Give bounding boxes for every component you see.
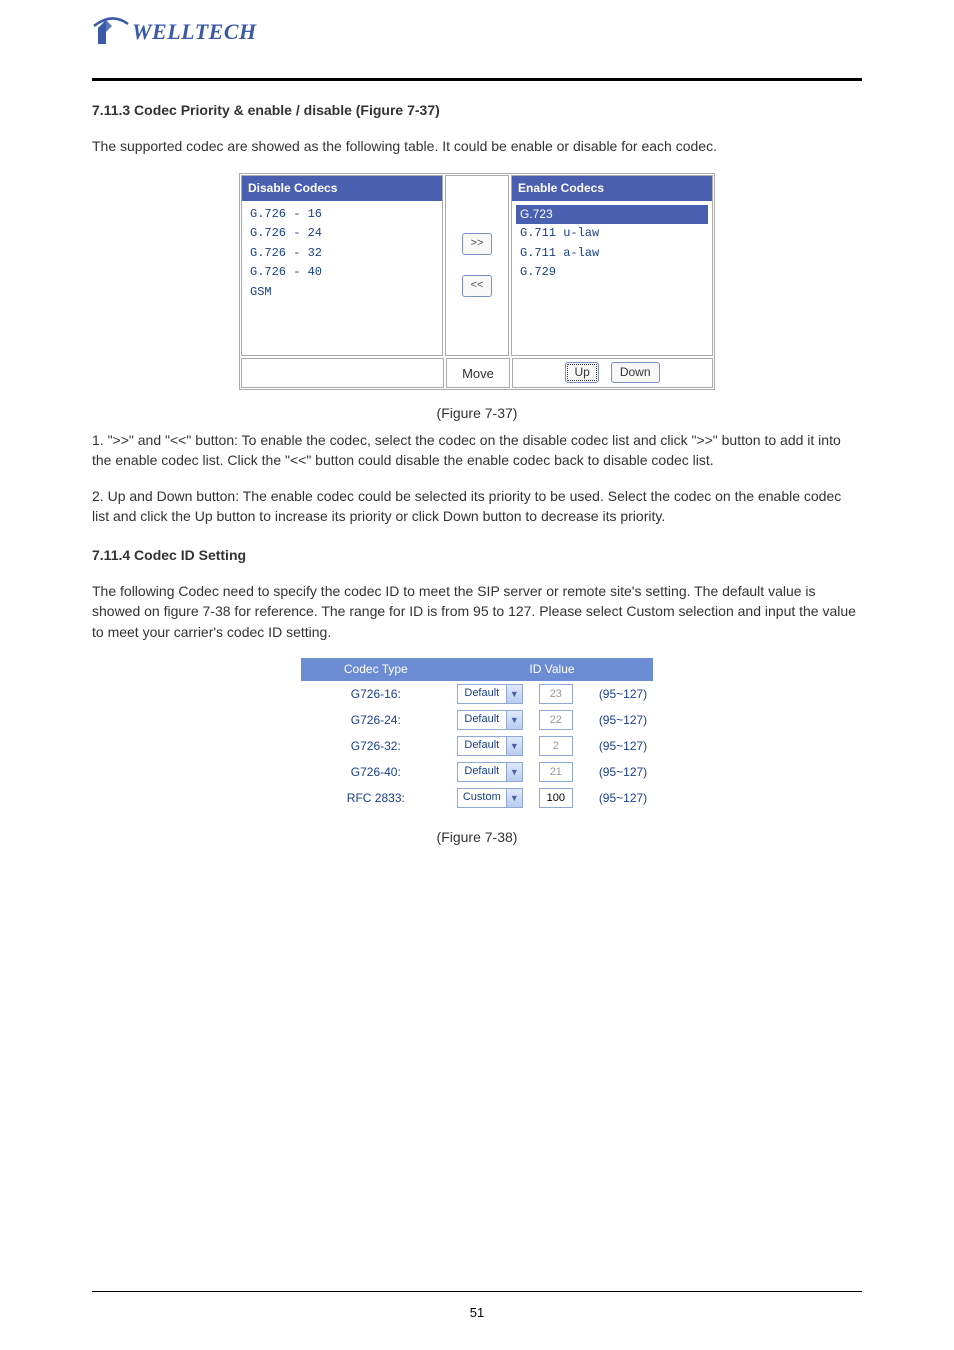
codec-id-cell: 100 — [529, 785, 579, 811]
list-item[interactable]: G.729 — [516, 263, 708, 282]
list-item-2: 2. Up and Down button: The enable codec … — [92, 486, 862, 527]
codec-type-label: G726-16: — [301, 681, 451, 707]
codec-id-range: (95~127) — [579, 759, 653, 785]
figure-7-38: Codec Type ID Value G726-16: Default▼ 23 (9… — [92, 658, 862, 847]
list-item[interactable]: G.726 - 24 — [246, 224, 438, 243]
list-item[interactable]: G.726 - 16 — [246, 205, 438, 224]
header-rule — [92, 78, 862, 81]
codec-id-input: 22 — [539, 710, 573, 730]
list-item[interactable]: G.726 - 40 — [246, 263, 438, 282]
codec-id-range: (95~127) — [579, 785, 653, 811]
codec-mode-select[interactable]: Custom▼ — [457, 788, 523, 808]
codec-id-table: Codec Type ID Value G726-16: Default▼ 23 (9… — [301, 658, 653, 811]
section-7-11-4-body: The following Codec need to specify the … — [92, 581, 862, 642]
move-to-disable-button[interactable]: << — [462, 275, 492, 297]
id-value-header: ID Value — [451, 658, 653, 681]
page-content: 7.11.3 Codec Priority & enable / disable… — [0, 78, 954, 847]
move-buttons-cell: Up Down — [512, 358, 713, 388]
logo-text: WELLTECH — [132, 19, 257, 45]
codec-mode-cell: Default▼ — [451, 707, 529, 733]
figure-7-37: Disable Codecs G.726 - 16G.726 - 24G.726… — [92, 173, 862, 424]
section-title-7-11-3: 7.11.3 Codec Priority & enable / disable… — [92, 100, 862, 120]
list-item-1-number: 1. — [92, 432, 104, 448]
codec-footer-spacer — [241, 358, 444, 388]
codec-id-cell: 21 — [529, 759, 579, 785]
codec-mode-cell: Custom▼ — [451, 785, 529, 811]
codec-dual-list: Disable Codecs G.726 - 16G.726 - 24G.726… — [239, 173, 715, 390]
list-item-2-number: 2. — [92, 488, 104, 504]
codec-mode-cell: Default▼ — [451, 759, 529, 785]
codec-id-input: 2 — [539, 736, 573, 756]
codec-mode-select[interactable]: Default▼ — [457, 710, 523, 730]
codec-id-cell: 23 — [529, 681, 579, 707]
list-item-1-text: ">>" and "<<" button: To enable the code… — [92, 432, 841, 468]
disable-codecs-header: Disable Codecs — [242, 176, 442, 201]
chevron-down-icon: ▼ — [506, 685, 522, 703]
table-row: G726-24: Default▼ 22 (95~127) — [301, 707, 653, 733]
codec-mode-cell: Default▼ — [451, 733, 529, 759]
list-item-1: 1. ">>" and "<<" button: To enable the c… — [92, 430, 862, 471]
list-item[interactable]: GSM — [246, 283, 438, 302]
list-item[interactable]: G.711 a-law — [516, 244, 708, 263]
codec-mode-cell: Default▼ — [451, 681, 529, 707]
figure-7-38-caption: (Figure 7-38) — [92, 827, 862, 847]
codec-type-label: G726-24: — [301, 707, 451, 733]
table-row: RFC 2833: Custom▼ 100 (95~127) — [301, 785, 653, 811]
codec-id-range: (95~127) — [579, 681, 653, 707]
codec-mode-select[interactable]: Default▼ — [457, 684, 523, 704]
footer-rule — [92, 1291, 862, 1292]
codec-id-input[interactable]: 100 — [539, 788, 573, 808]
table-row: G726-40: Default▼ 21 (95~127) — [301, 759, 653, 785]
codec-mode-select[interactable]: Default▼ — [457, 762, 523, 782]
table-row: G726-32: Default▼ 2 (95~127) — [301, 733, 653, 759]
logo: WELLTECH — [92, 14, 954, 50]
codec-id-input: 23 — [539, 684, 573, 704]
disable-codecs-list[interactable]: G.726 - 16G.726 - 24G.726 - 32G.726 - 40… — [242, 201, 442, 355]
section-7-11-3-preamble: The supported codec are showed as the fo… — [92, 136, 862, 156]
codec-transfer-buttons: >> << — [445, 175, 509, 356]
chevron-down-icon: ▼ — [506, 789, 522, 807]
list-item[interactable]: G.711 u-law — [516, 224, 708, 243]
logo-icon — [92, 14, 130, 50]
list-item[interactable]: G.723 — [516, 205, 708, 224]
list-item[interactable]: G.726 - 32 — [246, 244, 438, 263]
chevron-down-icon: ▼ — [506, 737, 522, 755]
section-title-7-11-4: 7.11.4 Codec ID Setting — [92, 545, 862, 565]
codec-type-label: G726-40: — [301, 759, 451, 785]
chevron-down-icon: ▼ — [506, 763, 522, 781]
page-number: 51 — [0, 1305, 954, 1320]
move-up-button[interactable]: Up — [565, 362, 598, 383]
move-to-enable-button[interactable]: >> — [462, 233, 492, 255]
codec-id-range: (95~127) — [579, 733, 653, 759]
move-label: Move — [446, 358, 510, 388]
move-down-button[interactable]: Down — [611, 362, 660, 383]
list-item-2-text: Up and Down button: The enable codec cou… — [92, 488, 841, 524]
enable-codecs-list[interactable]: G.723G.711 u-lawG.711 a-lawG.729 — [512, 201, 712, 355]
enable-codecs-header: Enable Codecs — [512, 176, 712, 201]
page-header: WELLTECH — [0, 0, 954, 78]
enable-codecs-panel: Enable Codecs G.723G.711 u-lawG.711 a-la… — [511, 175, 713, 356]
codec-type-header: Codec Type — [301, 658, 451, 681]
codec-type-label: G726-32: — [301, 733, 451, 759]
codec-id-input: 21 — [539, 762, 573, 782]
figure-7-37-caption: (Figure 7-37) — [92, 403, 862, 423]
codec-id-cell: 2 — [529, 733, 579, 759]
codec-id-cell: 22 — [529, 707, 579, 733]
disable-codecs-panel: Disable Codecs G.726 - 16G.726 - 24G.726… — [241, 175, 443, 356]
chevron-down-icon: ▼ — [506, 711, 522, 729]
table-row: G726-16: Default▼ 23 (95~127) — [301, 681, 653, 707]
codec-id-range: (95~127) — [579, 707, 653, 733]
codec-mode-select[interactable]: Default▼ — [457, 736, 523, 756]
codec-type-label: RFC 2833: — [301, 785, 451, 811]
